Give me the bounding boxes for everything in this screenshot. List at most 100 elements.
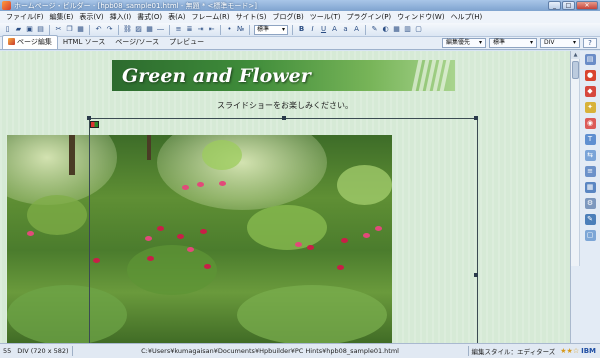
frame-icon[interactable]: ▢ [584, 230, 596, 241]
tab-page-edit[interactable]: ページ編集 [2, 35, 58, 49]
close-button[interactable]: ✕ [576, 1, 598, 10]
tab-preview[interactable]: プレビュー [164, 36, 209, 49]
toolbar-divider [220, 24, 221, 35]
element-select[interactable]: DIV ▾ [540, 38, 580, 48]
div-marker-icon[interactable] [90, 121, 99, 128]
redo-icon[interactable]: ↷ [105, 25, 114, 34]
toolbar-divider [89, 24, 90, 35]
highlight-icon[interactable]: ✎ [370, 25, 379, 34]
link-icon[interactable]: ⛓ [123, 25, 132, 34]
menu-frame[interactable]: フレーム(R) [188, 12, 232, 22]
style-select[interactable]: 標準 ▾ [489, 38, 537, 48]
outdent-icon[interactable]: ⇤ [207, 25, 216, 34]
toolbar-divider [292, 24, 293, 35]
view-icon[interactable]: ▢ [414, 25, 423, 34]
list-icon[interactable]: ≡ [584, 166, 596, 177]
menu-insert[interactable]: 挿入(I) [107, 12, 135, 22]
menu-plugins[interactable]: プラグイン(P) [343, 12, 394, 22]
edit-priority-select[interactable]: 編集優先 ▾ [442, 38, 486, 48]
resize-handle[interactable] [474, 116, 478, 120]
resize-handle[interactable] [87, 116, 91, 120]
banner-stripes [411, 60, 451, 91]
page-canvas[interactable]: Green and Flower スライドショーをお楽しみください。 [0, 51, 570, 343]
resize-handle[interactable] [282, 116, 286, 120]
underline-button[interactable]: U [319, 25, 328, 34]
menu-tools[interactable]: ツール(T) [307, 12, 344, 22]
link-icon[interactable]: ⇆ [584, 150, 596, 161]
chevron-down-icon: ▾ [529, 39, 533, 46]
menu-format[interactable]: 書式(O) [134, 12, 165, 22]
table-icon[interactable]: ▦ [145, 25, 154, 34]
maximize-button[interactable]: □ [562, 1, 575, 10]
scroll-thumb[interactable] [572, 61, 579, 79]
resize-handle[interactable] [474, 273, 478, 277]
status-bar: 55 DIV (720 x 582) C:¥Users¥kumagaisan¥D… [0, 343, 600, 358]
palette-icon[interactable]: ◐ [381, 25, 390, 34]
tree-trunk [69, 135, 75, 175]
table-icon[interactable]: ▦ [584, 182, 596, 193]
page-subtitle[interactable]: スライドショーをお楽しみください。 [0, 100, 570, 111]
layout-icon[interactable]: ▥ [403, 25, 412, 34]
page-banner[interactable]: Green and Flower [112, 60, 455, 91]
div-selection-frame[interactable] [87, 116, 478, 343]
toolbar-divider [49, 24, 50, 35]
toolbar-divider [249, 24, 250, 35]
font-size-down-icon[interactable]: a [341, 25, 350, 34]
new-file-icon[interactable]: ▯ [3, 25, 12, 34]
numbered-list-icon[interactable]: № [236, 25, 245, 34]
status-file-path: C:¥Users¥kumagaisan¥Documents¥Hpbuilder¥… [141, 347, 399, 355]
toolbar: ▯ ▰ ▣ ▤ ✂ ❐ ▦ ↶ ↷ ⛓ ▨ ▦ ― ≡ ≣ ⇥ ⇤ • № 標準… [0, 23, 600, 37]
menu-blog[interactable]: ブログ(B) [269, 12, 306, 22]
open-folder-icon[interactable]: ▰ [14, 25, 23, 34]
save-icon[interactable]: ▣ [25, 25, 34, 34]
globe-icon[interactable]: ● [584, 70, 596, 81]
menu-file[interactable]: ファイル(F) [3, 12, 47, 22]
print-icon[interactable]: ▤ [36, 25, 45, 34]
window-controls: _ □ ✕ [548, 1, 598, 10]
grid-icon[interactable]: ▦ [392, 25, 401, 34]
paragraph-style-select[interactable]: 標準 ▾ [254, 24, 288, 35]
minimize-button[interactable]: _ [548, 1, 561, 10]
status-element: DIV (720 x 582) [17, 347, 69, 355]
chevron-down-icon: ▾ [572, 39, 576, 46]
edit-priority-value: 編集優先 [446, 39, 471, 46]
indent-icon[interactable]: ⇥ [196, 25, 205, 34]
page-icon[interactable]: ▤ [584, 54, 596, 65]
app-icon [2, 1, 11, 10]
clip-icon[interactable]: ✦ [584, 102, 596, 113]
line-icon[interactable]: ― [156, 25, 165, 34]
help-icon[interactable]: ? [583, 38, 597, 48]
vertical-scrollbar[interactable]: ▲ [571, 51, 580, 266]
image-icon[interactable]: ◆ [584, 86, 596, 97]
copy-icon[interactable]: ❐ [65, 25, 74, 34]
text-icon[interactable]: T [584, 134, 596, 145]
right-panel: ▲ ▤ ● ◆ ✦ ◉ T ⇆ ≡ ▦ ⚙ ✎ ▢ [570, 51, 600, 343]
bold-button[interactable]: B [297, 25, 306, 34]
align-left-icon[interactable]: ≡ [174, 25, 183, 34]
tab-html-source[interactable]: HTML ソース [58, 36, 110, 49]
bullet-list-icon[interactable]: • [225, 25, 234, 34]
menu-table[interactable]: 表(A) [165, 12, 188, 22]
paste-icon[interactable]: ▦ [76, 25, 85, 34]
menu-site[interactable]: サイト(S) [233, 12, 270, 22]
font-size-up-icon[interactable]: A [330, 25, 339, 34]
tool-icon[interactable]: ✎ [584, 214, 596, 225]
cut-icon[interactable]: ✂ [54, 25, 63, 34]
gear-icon[interactable]: ⚙ [584, 198, 596, 209]
undo-icon[interactable]: ↶ [94, 25, 103, 34]
menu-help[interactable]: ヘルプ(H) [448, 12, 486, 22]
image-icon[interactable]: ▨ [134, 25, 143, 34]
scroll-up-icon[interactable]: ▲ [571, 51, 580, 59]
menu-edit[interactable]: 編集(E) [47, 12, 77, 22]
align-center-icon[interactable]: ≣ [185, 25, 194, 34]
color-icon[interactable]: ◉ [584, 118, 596, 129]
tab-page-source[interactable]: ページ/ソース [110, 36, 164, 49]
font-color-icon[interactable]: A [352, 25, 361, 34]
menu-view[interactable]: 表示(V) [76, 12, 106, 22]
italic-button[interactable]: I [308, 25, 317, 34]
menu-window[interactable]: ウィンドウ(W) [394, 12, 447, 22]
style-selectors: 編集優先 ▾ 標準 ▾ DIV ▾ [442, 38, 580, 48]
status-edit-style[interactable]: 編集スタイル：エディターズ [469, 346, 559, 356]
element-value: DIV [544, 39, 555, 46]
pencil-icon [8, 38, 15, 45]
